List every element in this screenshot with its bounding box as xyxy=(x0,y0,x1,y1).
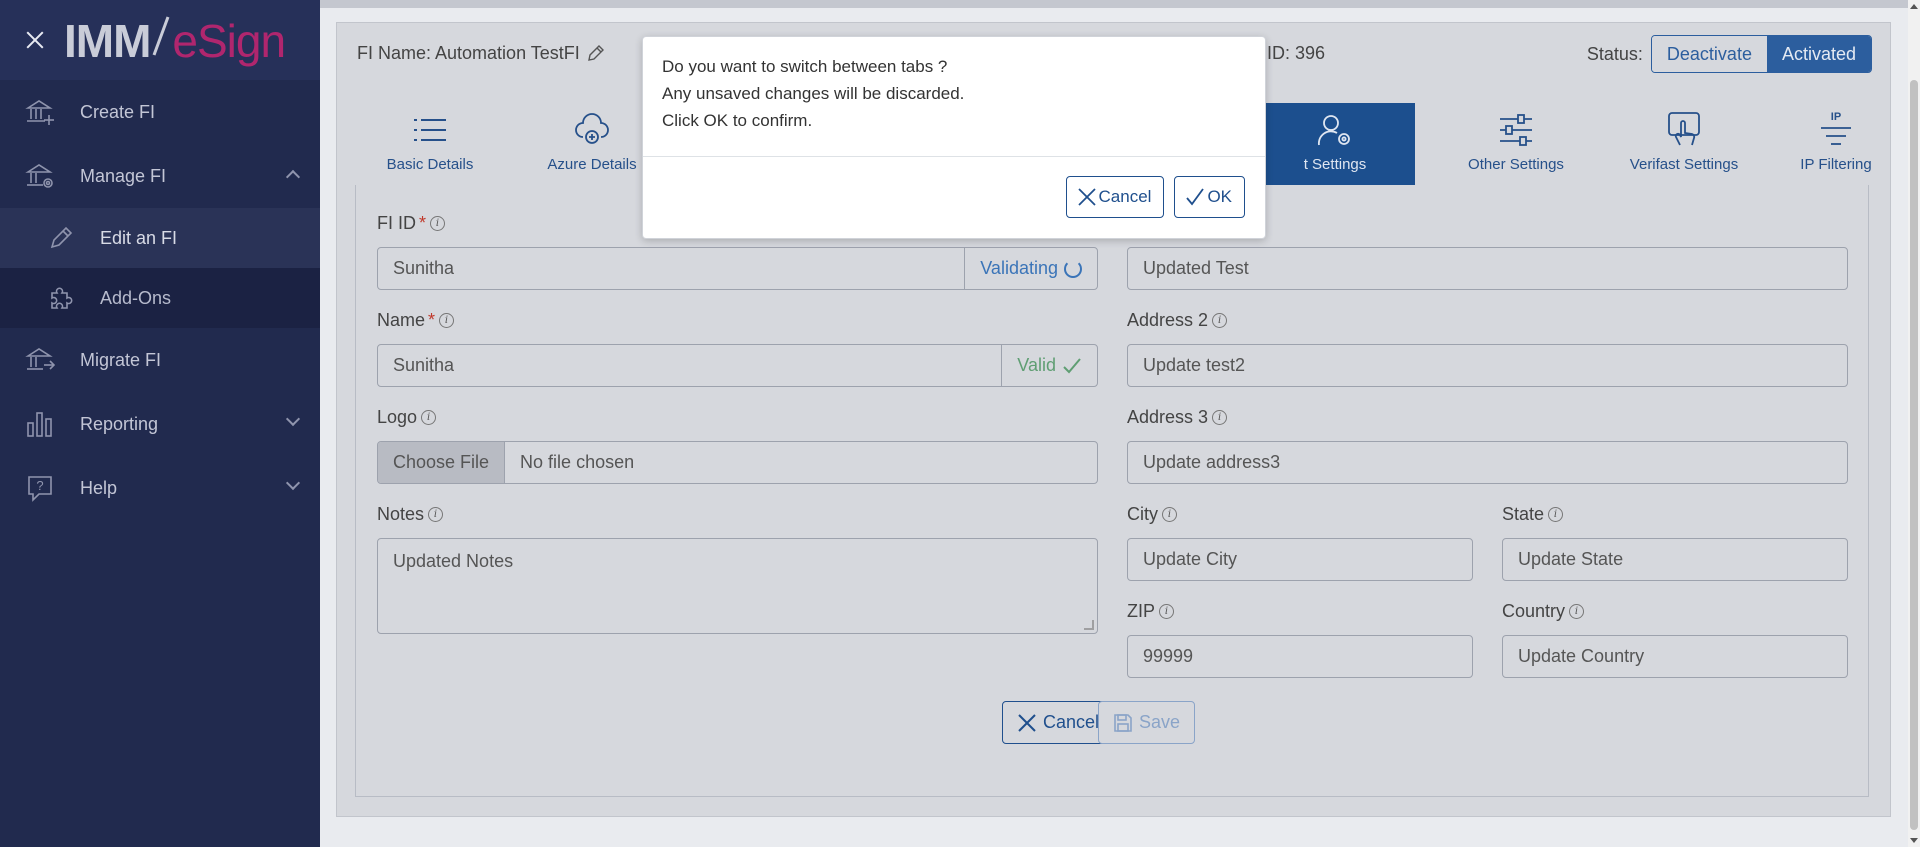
dialog-line: Any unsaved changes will be discarded. xyxy=(662,84,965,103)
dialog-line: Do you want to switch between tabs ? xyxy=(662,57,948,76)
scroll-thumb[interactable] xyxy=(1910,80,1918,830)
button-label: Cancel xyxy=(1098,187,1152,206)
check-icon xyxy=(1185,187,1205,207)
close-icon xyxy=(1077,187,1097,207)
dialog-message: Do you want to switch between tabs ? Any… xyxy=(643,37,1265,157)
dialog-cancel-button[interactable]: Cancel xyxy=(1065,176,1165,218)
dialog-line: Click OK to confirm. xyxy=(662,111,813,130)
dialog-ok-button[interactable]: OK xyxy=(1174,176,1245,218)
scroll-down-icon[interactable] xyxy=(1910,838,1918,843)
scroll-up-icon[interactable] xyxy=(1910,4,1918,9)
dialog-footer: Cancel OK xyxy=(1065,176,1245,218)
button-label: OK xyxy=(1207,187,1232,206)
page-scrollbar[interactable] xyxy=(1908,0,1920,847)
confirm-dialog: Do you want to switch between tabs ? Any… xyxy=(642,36,1266,239)
